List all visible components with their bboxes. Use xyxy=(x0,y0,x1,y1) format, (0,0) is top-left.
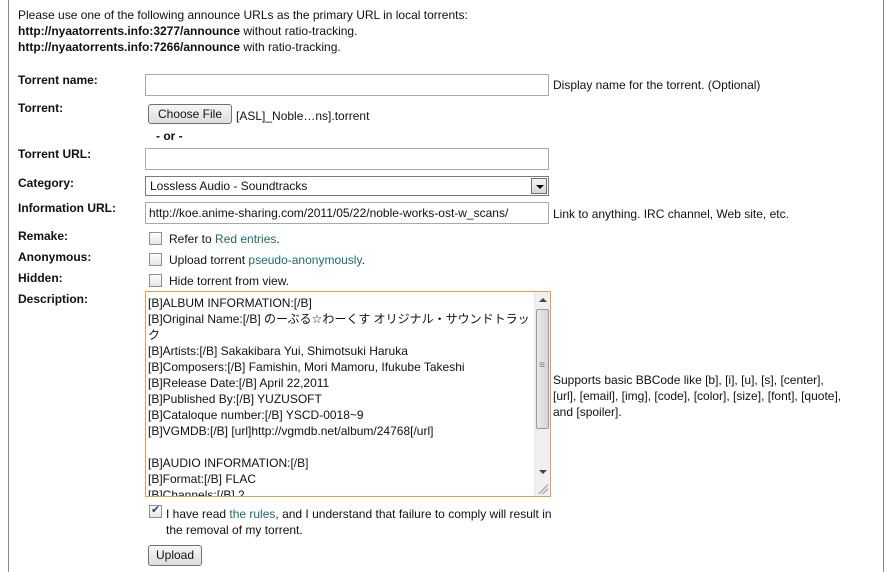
information-url-input[interactable]: http://koe.anime-sharing.com/2011/05/22/… xyxy=(145,202,549,224)
scroll-up-icon[interactable] xyxy=(535,292,550,308)
scroll-thumb[interactable] xyxy=(536,309,549,429)
description-scrollbar[interactable] xyxy=(534,292,550,496)
dropdown-arrow-icon[interactable] xyxy=(531,178,547,194)
agree-rules-text: I have read the rules, and I understand … xyxy=(166,506,556,538)
announce-line-1: http://nyaatorrents.info:3277/announce w… xyxy=(18,23,468,39)
scroll-down-icon[interactable] xyxy=(535,464,550,480)
torrent-name-label: Torrent name: xyxy=(18,73,98,87)
remake-label: Remake: xyxy=(18,229,69,243)
description-line xyxy=(148,439,534,455)
torrent-url-input[interactable] xyxy=(145,148,549,170)
resize-grip-icon[interactable] xyxy=(538,484,548,494)
remake-checkbox[interactable] xyxy=(149,232,162,245)
or-separator: - or - xyxy=(156,129,183,143)
description-textarea[interactable]: [B]ALBUM INFORMATION:[/B] [B]Original Nam… xyxy=(145,291,551,497)
hidden-text: Hide torrent from view. xyxy=(169,274,290,288)
announce-url-2-note: with ratio-tracking. xyxy=(240,40,341,54)
announce-line-2: http://nyaatorrents.info:7266/announce w… xyxy=(18,39,468,55)
description-line: [B]Artists:[/B] Sakakibara Yui, Shimotsu… xyxy=(148,344,408,358)
remake-text-suffix: . xyxy=(276,232,280,246)
description-line: [B]Composers:[/B] Famishin, Mori Mamoru,… xyxy=(148,360,465,374)
information-url-label: Information URL: xyxy=(18,201,116,215)
upload-button[interactable]: Upload xyxy=(148,545,202,566)
the-rules-link[interactable]: the rules xyxy=(229,507,275,521)
agree-text-prefix: I have read xyxy=(166,507,230,521)
anonymous-text-suffix: . xyxy=(361,253,365,267)
torrent-name-input[interactable] xyxy=(145,74,549,96)
announce-url-1-note: without ratio-tracking. xyxy=(240,24,358,38)
category-label: Category: xyxy=(18,176,75,190)
intro-text: Please use one of the following announce… xyxy=(18,8,468,22)
hidden-label: Hidden: xyxy=(18,271,63,285)
torrent-url-label: Torrent URL: xyxy=(18,147,92,161)
category-select[interactable]: Lossless Audio - Soundtracks xyxy=(145,176,549,196)
torrent-name-hint: Display name for the torrent. (Optional) xyxy=(553,78,761,92)
anonymous-text-prefix: Upload torrent xyxy=(169,253,249,267)
description-line: [B]AUDIO INFORMATION:[/B] xyxy=(148,456,309,470)
anonymous-text: Upload torrent pseudo-anonymously. xyxy=(169,253,365,267)
description-content[interactable]: [B]ALBUM INFORMATION:[/B] [B]Original Nam… xyxy=(148,295,534,497)
description-line: [B]VGMDB:[/B] [url]http://vgmdb.net/albu… xyxy=(148,424,434,438)
anonymous-label: Anonymous: xyxy=(18,250,92,264)
remake-text: Refer to Red entries. xyxy=(169,232,280,246)
description-line: [B]ALBUM INFORMATION:[/B] xyxy=(148,296,312,310)
torrent-label: Torrent: xyxy=(18,101,64,115)
choose-file-button[interactable]: Choose File xyxy=(148,104,232,124)
red-entries-link[interactable]: Red entries xyxy=(215,232,276,246)
announce-url-2: http://nyaatorrents.info:7266/announce xyxy=(18,40,241,54)
remake-text-prefix: Refer to xyxy=(169,232,216,246)
hidden-checkbox[interactable] xyxy=(149,274,162,287)
bbcode-hint: Supports basic BBCode like [b], [i], [u]… xyxy=(553,373,842,419)
description-label: Description: xyxy=(18,292,89,306)
announce-url-1: http://nyaatorrents.info:3277/announce xyxy=(18,24,241,38)
category-selected-value: Lossless Audio - Soundtracks xyxy=(150,179,308,193)
description-line: ク xyxy=(148,328,161,342)
anonymous-checkbox[interactable] xyxy=(149,253,162,266)
pseudo-anonymously-link[interactable]: pseudo-anonymously xyxy=(248,253,361,267)
description-line: [B]Published By:[/B] YUZUSOFT xyxy=(148,392,322,406)
announce-intro: Please use one of the following announce… xyxy=(18,7,468,55)
agree-rules-checkbox[interactable] xyxy=(149,503,162,518)
information-url-hint: Link to anything. IRC channel, Web site,… xyxy=(553,207,789,221)
description-line: [B]Format:[/B] FLAC xyxy=(148,472,257,486)
description-line: [B]Channels:[/B] 2 xyxy=(148,488,245,497)
description-line: [B]Release Date:[/B] April 22,2011 xyxy=(148,376,330,390)
description-line: [B]Original Name:[/B] のーぶる☆わーくす オリジナル・サウ… xyxy=(148,312,530,326)
description-line: [B]Cataloque number:[/B] YSCD-0018~9 xyxy=(148,408,364,422)
chosen-filename: [ASL]_Noble…ns].torrent xyxy=(236,109,370,123)
